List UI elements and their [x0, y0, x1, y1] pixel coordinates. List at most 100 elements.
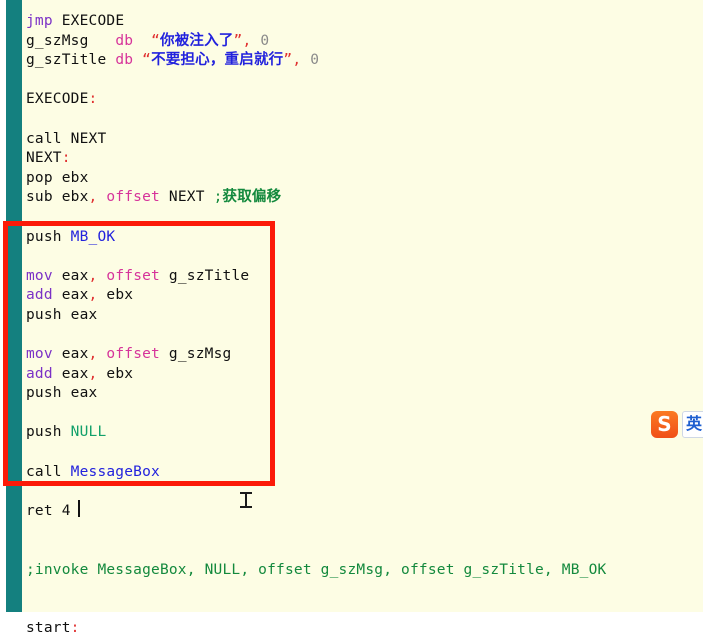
token: NULL [70, 424, 107, 441]
token: , [88, 189, 107, 206]
line-start[interactable]: start: [26, 619, 686, 639]
token: g_szMsg [160, 346, 232, 363]
token: : [61, 150, 71, 167]
token: EXECODE [61, 13, 125, 29]
line-ret-4[interactable]: ret 4 [26, 502, 686, 522]
token: 0 [260, 32, 270, 49]
line-execode[interactable]: EXECODE: [26, 90, 686, 110]
code-text-area[interactable]: jmp EXECODE g_szMsg db “你被注入了”, 0 g_szTitl… [26, 12, 686, 639]
line-push-eax-1[interactable]: push eax [26, 306, 686, 326]
token: , [88, 346, 107, 363]
token: add [26, 287, 53, 304]
line-jmp[interactable]: jmp EXECODE [26, 12, 686, 32]
ime-mode-label: 英 [686, 414, 703, 433]
line-blank-4[interactable] [26, 247, 686, 267]
token: push eax [26, 385, 98, 402]
token: MB_OK [70, 228, 116, 245]
token: , [88, 267, 107, 284]
token: push eax [26, 306, 98, 323]
token: , [242, 32, 261, 49]
line-blank-3[interactable] [26, 208, 686, 228]
token: call [26, 463, 71, 480]
token: ret 4 [26, 502, 71, 519]
token: EXECODE [26, 91, 89, 108]
line-g-szmsg[interactable]: g_szMsg db “你被注入了”, 0 [26, 32, 686, 52]
editor-margin-bar[interactable] [6, 0, 22, 612]
token: 你被注入了 [160, 32, 234, 49]
token: 不要担心，重启就行 [151, 52, 284, 69]
line-call-next[interactable]: call NEXT [26, 130, 686, 150]
token: “ [151, 32, 160, 49]
token: eax [52, 365, 89, 382]
ime-mode-panel[interactable]: 英 [682, 410, 703, 438]
token: sub ebx [26, 189, 89, 206]
token: offset [106, 346, 160, 363]
sogou-logo-icon[interactable]: S [651, 410, 678, 438]
token: db [115, 32, 134, 49]
token: “ [142, 52, 152, 69]
line-next-label[interactable]: NEXT: [26, 149, 686, 169]
token: start [26, 620, 71, 637]
line-add-msg[interactable]: add eax, ebx [26, 365, 686, 385]
token: g_szTitle [26, 52, 107, 69]
line-sub-ebx[interactable]: sub ebx, offset NEXT ;获取偏移 [26, 188, 686, 208]
token: push [26, 424, 71, 441]
line-blank-12[interactable] [26, 600, 686, 620]
token: , [88, 365, 107, 382]
line-call-mbox[interactable]: call MessageBox [26, 463, 686, 483]
line-mov-msg[interactable]: mov eax, offset g_szMsg [26, 345, 686, 365]
sogou-ime-toolbar[interactable]: S 英 [651, 407, 703, 441]
token: mov [26, 346, 53, 363]
line-blank-5[interactable] [26, 326, 686, 346]
token: call NEXT [26, 130, 107, 147]
token: pop ebx [26, 169, 89, 186]
line-invoke-cmt[interactable]: ;invoke MessageBox, NULL, offset g_szMsg… [26, 561, 686, 581]
line-blank-2[interactable] [26, 110, 686, 130]
code-editor-surface[interactable]: jmp EXECODE g_szMsg db “你被注入了”, 0 g_szTitl… [0, 0, 703, 636]
line-blank-11[interactable] [26, 580, 686, 600]
token: add [26, 365, 53, 382]
line-blank-8[interactable] [26, 482, 686, 502]
token: eax [52, 267, 89, 284]
line-add-title[interactable]: add eax, ebx [26, 286, 686, 306]
token: 获取偏移 [222, 189, 282, 206]
token: ebx [106, 287, 134, 304]
line-g-sztitle[interactable]: g_szTitle db “不要担心，重启就行”, 0 [26, 51, 686, 71]
token: g_szMsg [26, 32, 89, 49]
line-blank-9[interactable] [26, 521, 686, 541]
sogou-logo-letter: S [657, 412, 672, 436]
i-beam-bottom-bar [240, 506, 252, 508]
token: ; [213, 189, 223, 206]
line-push-null[interactable]: push NULL [26, 423, 686, 443]
token: , [292, 52, 311, 69]
token: eax [52, 287, 89, 304]
token: g_szTitle [160, 267, 250, 284]
line-mov-title[interactable]: mov eax, offset g_szTitle [26, 267, 686, 287]
token: offset [106, 189, 160, 206]
i-beam-cursor-icon [239, 491, 252, 509]
token: 0 [310, 52, 320, 69]
token: mov [26, 267, 53, 284]
line-blank-7[interactable] [26, 443, 686, 463]
line-blank-1[interactable] [26, 71, 686, 91]
token: ;invoke MessageBox, NULL, offset g_szMsg… [26, 561, 607, 578]
token: db [115, 52, 134, 69]
line-push-eax-2[interactable]: push eax [26, 384, 686, 404]
token: MessageBox [70, 463, 160, 480]
token: NEXT [159, 189, 214, 206]
token: NEXT [26, 150, 62, 167]
line-pop-ebx[interactable]: pop ebx [26, 169, 686, 189]
token: push [26, 228, 71, 245]
token: eax [52, 346, 89, 363]
token: : [70, 620, 80, 637]
line-push-mbok[interactable]: push MB_OK [26, 228, 686, 248]
line-blank-6[interactable] [26, 404, 686, 424]
token: offset [106, 267, 160, 284]
line-blank-10[interactable] [26, 541, 686, 561]
token: jmp [26, 13, 62, 29]
token: , [88, 287, 107, 304]
